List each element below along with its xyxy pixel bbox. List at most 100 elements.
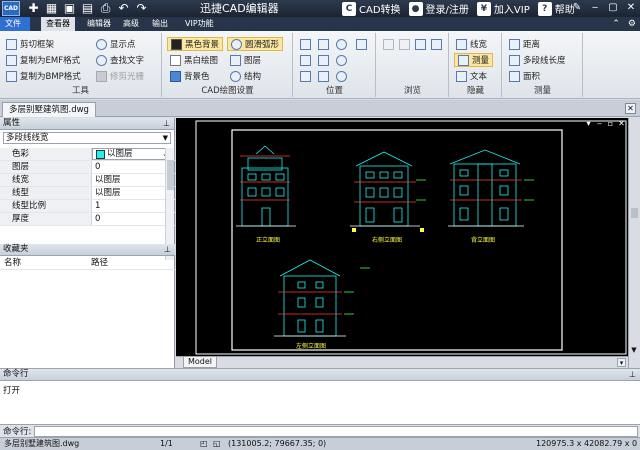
close-icon[interactable]: ✕ bbox=[624, 1, 638, 15]
pin-icon[interactable]: ⊥ bbox=[164, 244, 171, 255]
new-icon[interactable]: ✚ bbox=[26, 1, 41, 16]
save-as-icon[interactable]: ▤ bbox=[80, 1, 95, 16]
close-document-icon[interactable]: ✕ bbox=[625, 103, 636, 114]
copy-emf-button[interactable]: 复制为EMF格式 bbox=[6, 53, 80, 67]
horizontal-scrollbar[interactable]: Model ▾ bbox=[176, 356, 628, 368]
background-color-icon bbox=[170, 70, 181, 82]
status-ortho-icon[interactable]: ◱ bbox=[213, 438, 221, 450]
ribbon-collapse-icon[interactable]: ⌃ bbox=[612, 17, 620, 31]
text-toggle-button[interactable]: 文本 bbox=[456, 69, 487, 83]
copy-bmp-icon bbox=[6, 70, 17, 82]
chevron-down-icon: ▼ bbox=[162, 134, 168, 142]
minimize-icon[interactable]: ‒ bbox=[588, 1, 602, 15]
trim-raster-button[interactable]: 修剪光栅 bbox=[96, 69, 144, 83]
refresh-icon[interactable] bbox=[431, 39, 442, 50]
zoom-previous-icon[interactable] bbox=[300, 55, 311, 66]
polyline-length-button[interactable]: 多段线长度 bbox=[509, 53, 566, 67]
structure-button[interactable]: 结构 bbox=[230, 69, 261, 83]
color-value-select[interactable]: 以图层 ⌄ bbox=[92, 148, 175, 160]
status-snap-icon[interactable]: ◰ bbox=[200, 438, 208, 450]
vertical-scrollbar[interactable]: ▼ bbox=[628, 118, 640, 368]
maximize-icon[interactable]: ▢ bbox=[606, 1, 620, 15]
property-value: 0 bbox=[95, 214, 101, 224]
property-row[interactable]: 线型比例 1 bbox=[0, 200, 175, 213]
column-name[interactable]: 名称 bbox=[0, 256, 87, 269]
pin-icon[interactable]: ⊥ bbox=[629, 369, 636, 380]
distance-button[interactable]: 距离 bbox=[509, 37, 540, 51]
tab-editor[interactable]: 编辑器 bbox=[82, 17, 116, 31]
pan-hand-icon[interactable] bbox=[356, 39, 367, 50]
undo-icon[interactable]: ↶ bbox=[116, 1, 131, 16]
open-icon[interactable]: ▦ bbox=[44, 1, 59, 16]
line-width-icon bbox=[456, 38, 467, 50]
line-width-button[interactable]: 线宽 bbox=[456, 37, 487, 51]
rotate-icon[interactable] bbox=[300, 71, 311, 82]
drawing-canvas[interactable]: 正立面图 右侧立面图 背立面图 左侧立面图 ▾ ‒ ▫ ✕ ▼ Model ▾ bbox=[176, 118, 640, 368]
measure-toggle-button[interactable]: 测量 bbox=[454, 53, 494, 67]
zoom-out-icon[interactable] bbox=[336, 55, 347, 66]
property-row[interactable]: 图层 0 bbox=[0, 161, 175, 174]
vip-button[interactable]: ¥ 加入VIP bbox=[476, 1, 530, 16]
property-key: 线宽 bbox=[0, 174, 92, 186]
fit-page-icon[interactable] bbox=[318, 55, 329, 66]
minimize-icon[interactable]: ‒ bbox=[595, 120, 604, 128]
measure-toggle-label: 测量 bbox=[472, 56, 490, 66]
print-icon[interactable]: ⎙ bbox=[98, 1, 113, 16]
show-points-label: 显示点 bbox=[110, 40, 136, 50]
tab-viewer[interactable]: 查看器 bbox=[41, 17, 75, 31]
scroll-right-icon[interactable]: ▾ bbox=[617, 358, 626, 367]
maximize-icon[interactable]: ▫ bbox=[606, 120, 615, 128]
layers-button[interactable]: 图层 bbox=[230, 53, 261, 67]
edit-page-icon[interactable] bbox=[415, 39, 426, 50]
property-row[interactable]: 线型 以图层 bbox=[0, 187, 175, 200]
property-row[interactable]: 线宽 以图层 bbox=[0, 174, 175, 187]
drawing-label: 左侧立面图 bbox=[296, 342, 326, 350]
command-input[interactable] bbox=[34, 425, 638, 437]
tab-output[interactable]: 输出 bbox=[147, 17, 173, 31]
tab-file[interactable]: 文件 bbox=[0, 17, 30, 31]
vip-label: 加入VIP bbox=[493, 5, 530, 16]
copy-bmp-button[interactable]: 复制为BMP格式 bbox=[6, 69, 81, 83]
login-button[interactable]: ● 登录/注册 bbox=[408, 1, 469, 16]
scroll-down-icon[interactable]: ▼ bbox=[630, 346, 638, 354]
property-row[interactable]: 厚度 0 bbox=[0, 213, 175, 226]
group-tools: 剪切框架 复制为EMF格式 复制为BMP格式 显示点 查找文字 修剪光栅 工具 bbox=[0, 33, 162, 97]
zoom-in-icon[interactable] bbox=[336, 39, 347, 50]
document-tab[interactable]: 多层别墅建筑图.dwg bbox=[2, 102, 96, 117]
show-points-button[interactable]: 显示点 bbox=[96, 37, 136, 51]
save-icon[interactable]: ▣ bbox=[62, 1, 77, 16]
area-button[interactable]: 面积 bbox=[509, 69, 540, 83]
structure-label: 结构 bbox=[244, 72, 262, 82]
zoom-window-icon[interactable] bbox=[300, 39, 311, 50]
polyline-length-label: 多段线长度 bbox=[523, 56, 566, 66]
zoom-extents-icon[interactable] bbox=[318, 39, 329, 50]
measure-icon bbox=[458, 54, 469, 66]
view-3d-icon[interactable] bbox=[318, 71, 329, 82]
grip-marker[interactable] bbox=[420, 228, 424, 232]
tab-vip[interactable]: VIP功能 bbox=[180, 17, 219, 31]
background-color-button[interactable]: 背景色 bbox=[170, 69, 210, 83]
black-background-button[interactable]: 黑色背景 bbox=[167, 37, 224, 51]
entity-type-select[interactable]: 多段线线宽 ▼ bbox=[3, 132, 171, 144]
skin-icon[interactable]: ✎ bbox=[570, 1, 584, 15]
orbit-icon[interactable] bbox=[336, 71, 347, 82]
bw-drawing-button[interactable]: 黑白绘图 bbox=[170, 53, 218, 67]
cad-convert-button[interactable]: C CAD转换 bbox=[342, 1, 401, 16]
scrollbar-thumb[interactable] bbox=[167, 160, 174, 190]
scrollbar-thumb[interactable] bbox=[631, 208, 638, 218]
close-icon[interactable]: ✕ bbox=[617, 120, 626, 128]
group-label-browse: 浏览 bbox=[403, 86, 421, 96]
redo-icon[interactable]: ↷ bbox=[134, 1, 149, 16]
model-tab[interactable]: Model bbox=[183, 357, 218, 368]
find-text-button[interactable]: 查找文字 bbox=[96, 53, 144, 67]
smooth-arc-button[interactable]: 圆滑弧形 bbox=[227, 37, 284, 51]
grip-marker[interactable] bbox=[352, 228, 356, 232]
back-arrow-icon[interactable] bbox=[383, 39, 394, 50]
tab-advanced[interactable]: 高级 bbox=[118, 17, 144, 31]
column-path[interactable]: 路径 bbox=[87, 256, 174, 269]
clip-frame-button[interactable]: 剪切框架 bbox=[6, 37, 54, 51]
restore-icon[interactable]: ▾ bbox=[584, 120, 593, 128]
pin-icon[interactable]: ⊥ bbox=[163, 118, 170, 129]
ribbon-options-icon[interactable]: ⚙ bbox=[628, 17, 636, 31]
forward-arrow-icon[interactable] bbox=[399, 39, 410, 50]
